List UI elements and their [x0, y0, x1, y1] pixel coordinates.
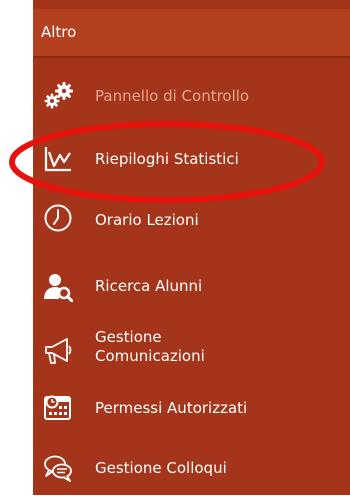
menu-item-label: Orario Lezioni	[95, 211, 199, 229]
menu-item-orario-lezioni[interactable]: Orario Lezioni	[33, 191, 350, 247]
menu-item-pannello-di-controllo[interactable]: Pannello di Controllo	[33, 68, 350, 124]
menu-item-permessi-autorizzati[interactable]: Permessi Autorizzati	[33, 380, 350, 436]
clock-icon	[43, 203, 73, 233]
menu-item-label: Gestione Colloqui	[95, 459, 227, 477]
megaphone-icon	[43, 336, 73, 366]
menu-item-label: Ricerca Alunni	[95, 277, 203, 295]
sidebar-menu: Altro Pannello di Controllo Riepiloghi S…	[33, 0, 350, 495]
menu-header-label: Altro	[41, 23, 77, 41]
menu-item-label-line2: Comunicazioni	[95, 347, 205, 365]
gears-icon	[43, 81, 73, 111]
menu-item-gestione-comunicazioni[interactable]: Gestione Comunicazioni	[33, 322, 350, 382]
chat-bubbles-icon	[43, 453, 73, 483]
menu-item-riepiloghi-statistici[interactable]: Riepiloghi Statistici	[33, 131, 350, 187]
calendar-clock-icon	[43, 392, 73, 422]
menu-item-label-line1: Gestione	[95, 328, 162, 346]
chart-icon	[43, 144, 73, 174]
menu-item-label: Riepiloghi Statistici	[95, 150, 239, 168]
user-search-icon	[43, 272, 73, 302]
menu-item-label: Pannello di Controllo	[95, 87, 250, 105]
menu-item-ricerca-alunni[interactable]: Ricerca Alunni	[33, 258, 350, 314]
menu-item-label: Permessi Autorizzati	[95, 399, 248, 417]
menu-header[interactable]: Altro	[33, 9, 350, 58]
menu-item-gestione-colloqui[interactable]: Gestione Colloqui	[33, 440, 350, 496]
